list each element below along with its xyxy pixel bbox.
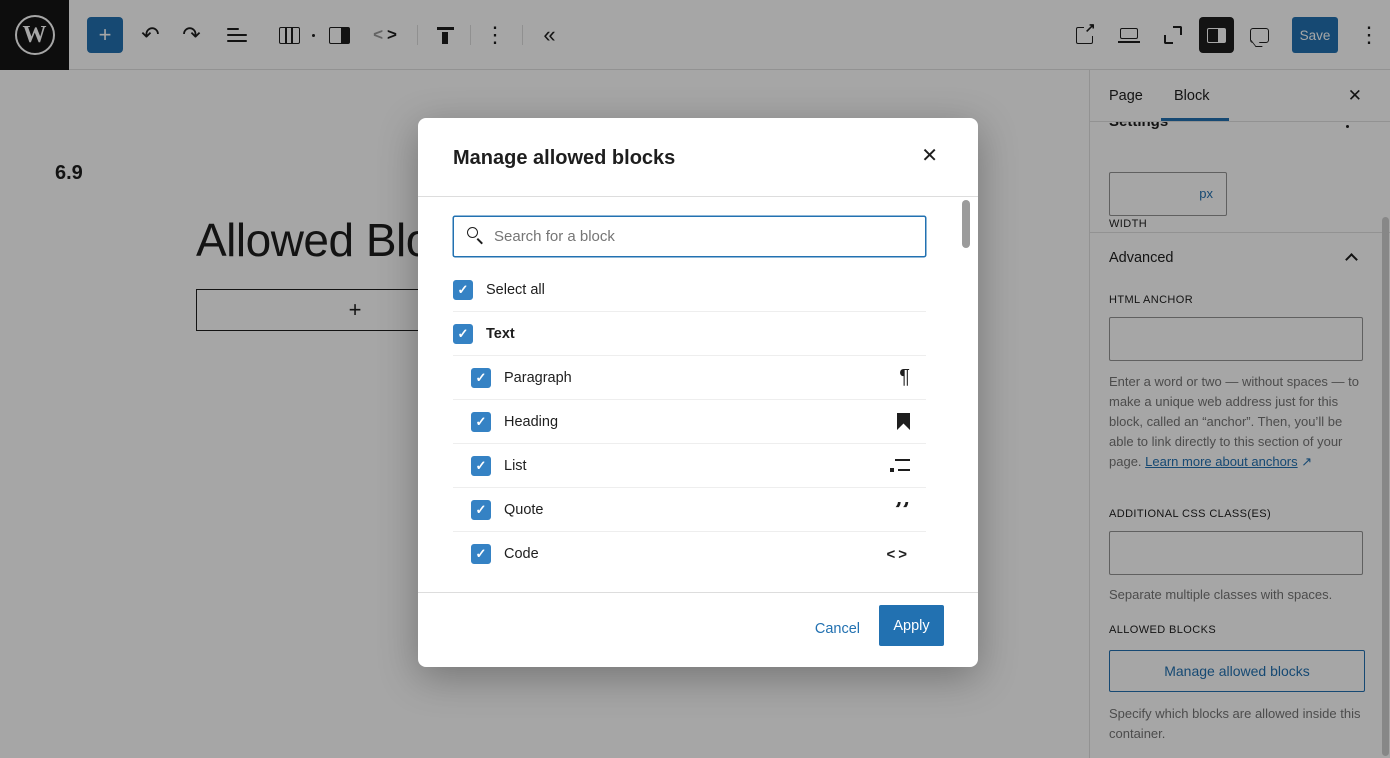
apply-button[interactable]: Apply [879, 605, 944, 646]
page-scrollbar[interactable] [1382, 217, 1389, 756]
block-search-input[interactable] [453, 216, 926, 257]
modal-header: Manage allowed blocks ✕ [418, 118, 978, 197]
paragraph-checkbox[interactable]: ✓ [471, 368, 491, 388]
group-text-checkbox[interactable]: ✓ [453, 324, 473, 344]
select-all-label: Select all [486, 282, 545, 298]
quote-icon: ” [893, 502, 910, 518]
manage-allowed-blocks-modal: Manage allowed blocks ✕ ✓ Select all ✓ T… [418, 118, 978, 667]
block-row-code: ✓ Code <> [453, 532, 926, 576]
modal-body: ✓ Select all ✓ Text ✓ Paragraph ¶ ✓ Head… [418, 197, 978, 592]
modal-close-icon[interactable]: ✕ [921, 143, 938, 168]
search-icon [467, 227, 485, 245]
block-row-heading: ✓ Heading [453, 400, 926, 444]
paragraph-icon: ¶ [899, 366, 910, 389]
select-all-checkbox[interactable]: ✓ [453, 280, 473, 300]
code-label: Code [504, 546, 539, 562]
block-row-quote: ✓ Quote ” [453, 488, 926, 532]
quote-label: Quote [504, 502, 544, 518]
list-checkbox[interactable]: ✓ [471, 456, 491, 476]
wordpress-editor: W + ↶ ↷ <> ⋮ « ↗ [0, 0, 1390, 758]
heading-bookmark-icon [897, 413, 910, 430]
cancel-button[interactable]: Cancel [815, 621, 860, 637]
list-label: List [504, 458, 527, 474]
heading-checkbox[interactable]: ✓ [471, 412, 491, 432]
block-search [453, 216, 926, 257]
modal-footer: Cancel Apply [418, 592, 978, 667]
modal-title: Manage allowed blocks [453, 147, 675, 170]
block-row-paragraph: ✓ Paragraph ¶ [453, 356, 926, 400]
group-text-row: ✓ Text [453, 312, 926, 356]
block-row-list: ✓ List [453, 444, 926, 488]
quote-checkbox[interactable]: ✓ [471, 500, 491, 520]
modal-scrollbar[interactable] [962, 200, 970, 248]
select-all-row: ✓ Select all [453, 268, 926, 312]
code-icon: <> [886, 546, 910, 563]
group-text-label: Text [486, 326, 515, 342]
heading-label: Heading [504, 414, 558, 430]
code-checkbox[interactable]: ✓ [471, 544, 491, 564]
paragraph-label: Paragraph [504, 370, 572, 386]
list-icon [890, 458, 910, 473]
